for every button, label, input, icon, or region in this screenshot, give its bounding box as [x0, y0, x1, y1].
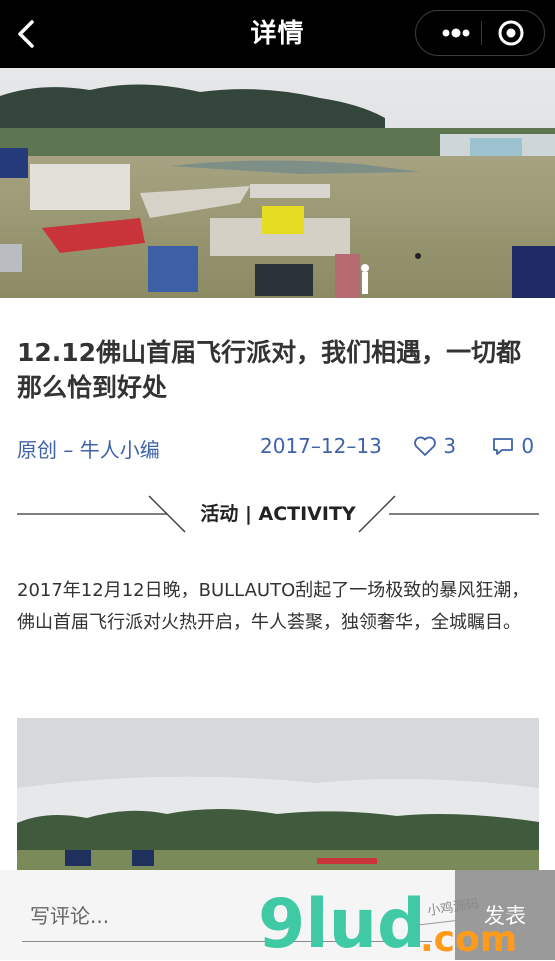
like-count: 3 — [443, 434, 457, 458]
heart-icon — [414, 436, 436, 456]
section-label: 活动 | ACTIVITY — [200, 503, 356, 525]
article-paragraph: 2017年12月12日晚，BULLAUTO刮起了一场极致的暴风狂潮，佛山首届飞行… — [17, 580, 530, 633]
section-divider: 活动 | ACTIVITY — [17, 494, 539, 536]
comment-count-button[interactable]: 0 — [491, 434, 534, 458]
comment-input[interactable] — [22, 890, 432, 942]
target-circle-icon — [498, 20, 524, 46]
more-dots-icon — [442, 28, 470, 38]
comment-bubble-icon — [493, 438, 513, 455]
send-comment-button[interactable]: 发表 — [455, 870, 555, 960]
article-date: 2017–12–13 — [260, 434, 382, 458]
comment-count: 0 — [521, 434, 535, 458]
capsule-divider — [481, 21, 482, 45]
more-button[interactable] — [434, 11, 479, 55]
close-button[interactable] — [496, 18, 526, 48]
article-photo — [17, 718, 539, 878]
article-headline: 12.12佛山首届飞行派对，我们相遇，一切都那么恰到好处 — [17, 338, 522, 402]
article-meta: 原创 – 牛人小编 2017–12–13 3 0 — [17, 434, 539, 464]
hero-image — [0, 68, 555, 298]
article-author[interactable]: 原创 – 牛人小编 — [17, 434, 160, 463]
mini-program-capsule — [415, 10, 545, 56]
comment-bar: 发表 — [0, 870, 555, 960]
top-nav-bar: 详情 — [0, 0, 555, 68]
like-button[interactable]: 3 — [413, 434, 456, 458]
